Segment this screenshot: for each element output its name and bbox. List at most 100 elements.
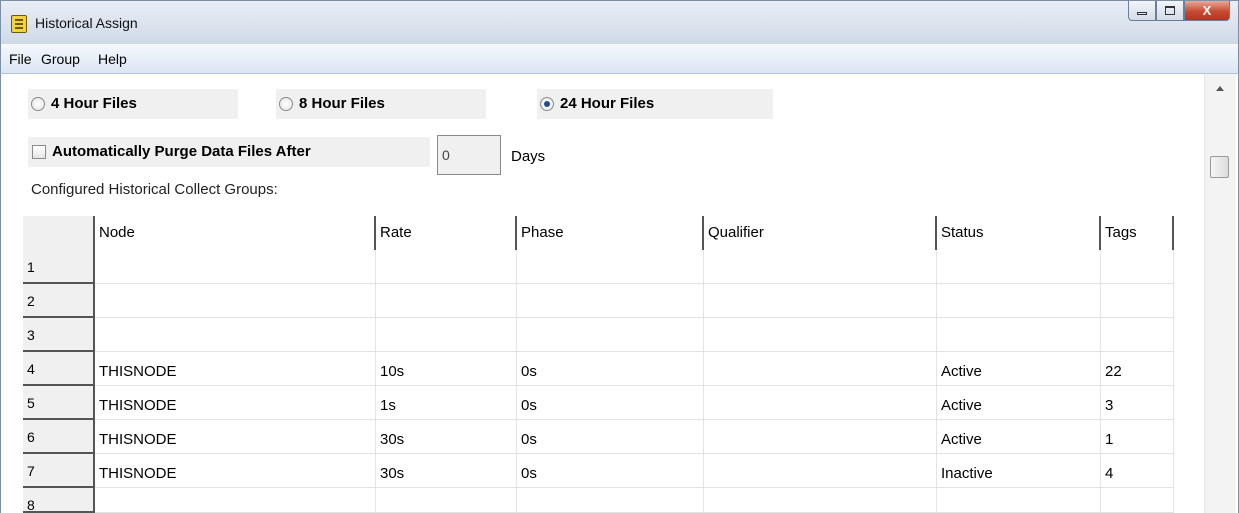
cell-node[interactable]: THISNODE <box>95 352 376 386</box>
purge-checkbox[interactable] <box>32 145 46 159</box>
row-header[interactable]: 5 <box>23 386 95 420</box>
grid-corner-cell <box>23 216 95 250</box>
cell-status[interactable] <box>937 318 1101 352</box>
cell-qualifier[interactable] <box>704 488 937 513</box>
cell-rate[interactable] <box>376 284 517 318</box>
cell-status[interactable] <box>937 488 1101 513</box>
column-header-qualifier[interactable]: Qualifier <box>704 216 937 250</box>
minimize-icon <box>1137 12 1147 15</box>
table-row[interactable]: 6 THISNODE 30s 0s Active 1 <box>23 420 1174 454</box>
option-4-hour-files[interactable]: 4 Hour Files <box>28 89 238 119</box>
option-8-hour-files[interactable]: 8 Hour Files <box>276 89 486 119</box>
radio-24-hour-icon[interactable] <box>540 97 554 111</box>
option-24-hour-files[interactable]: 24 Hour Files <box>537 89 773 119</box>
row-header[interactable]: 8 <box>23 488 95 513</box>
menu-group[interactable]: Group <box>41 51 80 67</box>
close-button[interactable]: X <box>1184 1 1230 21</box>
cell-qualifier[interactable] <box>704 318 937 352</box>
column-header-node[interactable]: Node <box>95 216 376 250</box>
cell-phase[interactable]: 0s <box>517 420 704 454</box>
radio-4-hour-icon[interactable] <box>31 97 45 111</box>
cell-node[interactable] <box>95 488 376 513</box>
cell-node[interactable]: THISNODE <box>95 386 376 420</box>
cell-qualifier[interactable] <box>704 352 937 386</box>
table-row[interactable]: 3 <box>23 318 1174 352</box>
column-header-phase[interactable]: Phase <box>517 216 704 250</box>
cell-node[interactable] <box>95 250 376 284</box>
cell-tags[interactable] <box>1101 488 1174 513</box>
cell-rate[interactable]: 1s <box>376 386 517 420</box>
cell-phase[interactable] <box>517 488 704 513</box>
cell-rate[interactable] <box>376 318 517 352</box>
column-header-tags[interactable]: Tags <box>1101 216 1174 250</box>
cell-status[interactable]: Active <box>937 352 1101 386</box>
menu-bar: File Group Help <box>0 44 1239 74</box>
cell-qualifier[interactable] <box>704 420 937 454</box>
cell-qualifier[interactable] <box>704 250 937 284</box>
cell-status[interactable] <box>937 250 1101 284</box>
cell-phase[interactable]: 0s <box>517 386 704 420</box>
cell-tags[interactable] <box>1101 250 1174 284</box>
cell-node[interactable] <box>95 284 376 318</box>
menu-help[interactable]: Help <box>98 51 127 67</box>
radio-8-hour-icon[interactable] <box>279 97 293 111</box>
minimize-button[interactable] <box>1128 1 1156 21</box>
table-row[interactable]: 2 <box>23 284 1174 318</box>
table-row[interactable]: 8 <box>23 488 1174 513</box>
cell-status[interactable]: Active <box>937 386 1101 420</box>
window-title: Historical Assign <box>35 15 138 31</box>
cell-phase[interactable]: 0s <box>517 454 704 488</box>
row-header[interactable]: 1 <box>23 250 95 284</box>
cell-tags[interactable] <box>1101 318 1174 352</box>
cell-phase[interactable] <box>517 284 704 318</box>
cell-status[interactable]: Inactive <box>937 454 1101 488</box>
cell-qualifier[interactable] <box>704 284 937 318</box>
purge-days-input[interactable] <box>437 135 501 175</box>
close-icon: X <box>1202 3 1212 18</box>
title-bar: Historical Assign X <box>0 0 1239 44</box>
cell-qualifier[interactable] <box>704 454 937 488</box>
grid-header: Node Rate Phase Qualifier Status Tags <box>23 216 1174 250</box>
option-24-hour-label: 24 Hour Files <box>560 95 655 112</box>
row-header[interactable]: 3 <box>23 318 95 352</box>
cell-node[interactable]: THISNODE <box>95 454 376 488</box>
cell-rate[interactable]: 30s <box>376 420 517 454</box>
column-header-rate[interactable]: Rate <box>376 216 517 250</box>
app-icon <box>11 15 27 33</box>
row-header[interactable]: 4 <box>23 352 95 386</box>
cell-tags[interactable]: 4 <box>1101 454 1174 488</box>
row-header[interactable]: 7 <box>23 454 95 488</box>
cell-rate[interactable] <box>376 250 517 284</box>
cell-tags[interactable] <box>1101 284 1174 318</box>
row-header[interactable]: 6 <box>23 420 95 454</box>
row-header[interactable]: 2 <box>23 284 95 318</box>
column-header-status[interactable]: Status <box>937 216 1101 250</box>
cell-phase[interactable] <box>517 250 704 284</box>
cell-tags[interactable]: 1 <box>1101 420 1174 454</box>
table-row[interactable]: 5 THISNODE 1s 0s Active 3 <box>23 386 1174 420</box>
option-4-hour-label: 4 Hour Files <box>51 95 137 112</box>
menu-file[interactable]: File <box>9 51 32 67</box>
cell-rate[interactable] <box>376 488 517 513</box>
cell-qualifier[interactable] <box>704 386 937 420</box>
cell-node[interactable]: THISNODE <box>95 420 376 454</box>
table-row[interactable]: 1 <box>23 250 1174 284</box>
cell-status[interactable]: Active <box>937 420 1101 454</box>
cell-tags[interactable]: 22 <box>1101 352 1174 386</box>
vertical-scrollbar[interactable] <box>1204 74 1236 513</box>
cell-status[interactable] <box>937 284 1101 318</box>
scroll-thumb[interactable] <box>1210 156 1229 178</box>
cell-tags[interactable]: 3 <box>1101 386 1174 420</box>
cell-phase[interactable]: 0s <box>517 352 704 386</box>
cell-rate[interactable]: 10s <box>376 352 517 386</box>
purge-option[interactable]: Automatically Purge Data Files After <box>28 137 430 167</box>
cell-phase[interactable] <box>517 318 704 352</box>
scroll-up-arrow-icon[interactable] <box>1216 86 1224 91</box>
window-controls: X <box>1128 1 1230 21</box>
table-row[interactable]: 7 THISNODE 30s 0s Inactive 4 <box>23 454 1174 488</box>
groups-section-label: Configured Historical Collect Groups: <box>31 181 278 198</box>
maximize-button[interactable] <box>1156 1 1184 21</box>
cell-rate[interactable]: 30s <box>376 454 517 488</box>
table-row[interactable]: 4 THISNODE 10s 0s Active 22 <box>23 352 1174 386</box>
cell-node[interactable] <box>95 318 376 352</box>
